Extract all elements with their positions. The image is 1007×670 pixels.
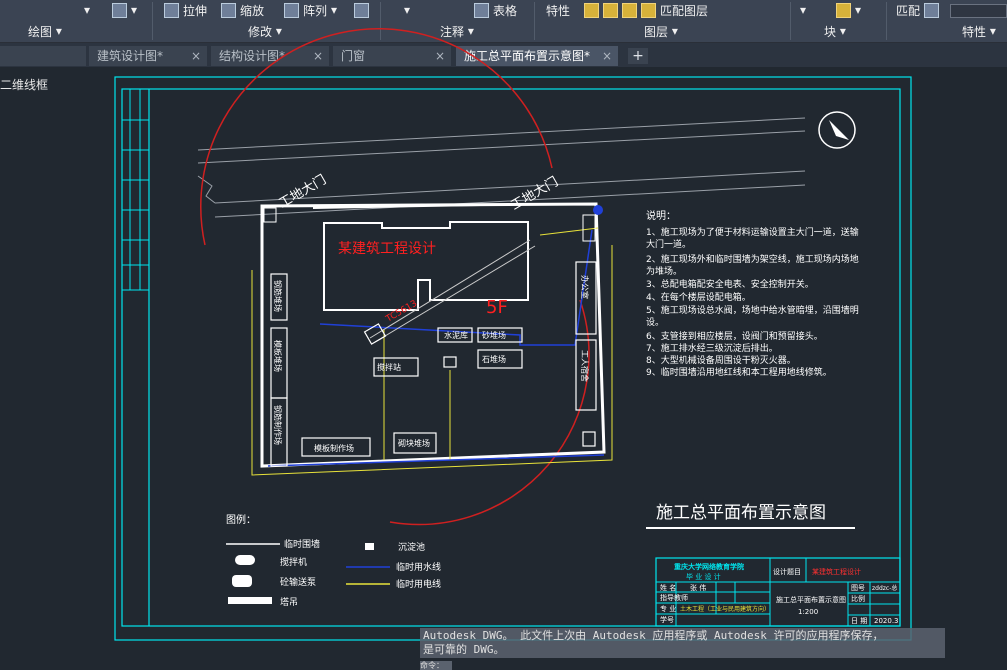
tb-date: 日 期 bbox=[851, 617, 867, 625]
tb-ratio: 比例 bbox=[851, 594, 865, 603]
tb-student-id: 学号 bbox=[660, 615, 674, 624]
brick-yard-label: 砌块堆场 bbox=[398, 438, 430, 448]
legend-mixer-symbol bbox=[235, 555, 255, 565]
tb-tutor: 指导教师 bbox=[660, 593, 688, 602]
drawing-title: 施工总平面布置示意图 bbox=[656, 503, 826, 523]
legend-tank: 沉淀池 bbox=[398, 541, 425, 553]
legend-title: 图例： bbox=[226, 513, 256, 526]
crane-label: TC5613 bbox=[384, 299, 419, 325]
tb-school: 重庆大学网络教育学院 bbox=[674, 562, 744, 571]
north-arrow bbox=[818, 111, 856, 149]
legend-pump: 砼输送泵 bbox=[280, 576, 316, 588]
crane-radius-arc bbox=[200, 28, 553, 246]
drawing-canvas[interactable]: 某建筑工程设计 5F TC5613 工地大门 工地大门 水泥库 砂堆场 石堆场 … bbox=[0, 0, 1007, 670]
svg-text:3、总配电箱配安全电表、安全控制开关。: 3、总配电箱配安全电表、安全控制开关。 bbox=[646, 278, 814, 290]
command-line-2: 是可靠的 DWG。 bbox=[423, 643, 505, 656]
legend-mixer: 搅拌机 bbox=[280, 556, 307, 568]
command-history: Autodesk DWG。 此文件上次由 Autodesk 应用程序或 Auto… bbox=[420, 628, 945, 658]
floors-label: 5F bbox=[486, 297, 508, 318]
rebar-workshop-label: 钢筋制作场 bbox=[273, 405, 283, 445]
tb-grad: 毕 业 设 计 bbox=[686, 572, 721, 581]
command-input[interactable]: 命令： bbox=[420, 661, 452, 670]
site-office-label: 办公室 bbox=[580, 275, 590, 299]
legend-pump-symbol bbox=[232, 575, 252, 587]
svg-text:9、临时围墙沿用地红线和本工程用地线修筑。: 9、临时围墙沿用地红线和本工程用地线修筑。 bbox=[646, 366, 832, 378]
tb-major: 专 业 bbox=[660, 604, 676, 613]
guard-post bbox=[263, 207, 277, 223]
svg-text:设。: 设。 bbox=[646, 317, 664, 328]
tb-drawing-name: 施工总平面布置示意图 bbox=[776, 595, 846, 604]
mixing-station-label: 搅拌站 bbox=[377, 362, 401, 372]
svg-text:6、支管接到相应楼层，设阀门和预留接头。: 6、支管接到相应楼层，设阀门和预留接头。 bbox=[646, 330, 823, 342]
sand-yard-label: 砂堆场 bbox=[482, 330, 506, 340]
formwork-yard-label: 模板堆场 bbox=[273, 340, 283, 372]
svg-text:2、施工现场外和临时围墙为架空线，施工现场内场地: 2、施工现场外和临时围墙为架空线，施工现场内场地 bbox=[646, 253, 859, 265]
legend-fence: 临时围墙 bbox=[284, 538, 320, 550]
svg-text:5、施工现场设总水阀，场地中给水管暗埋，沿围墙明: 5、施工现场设总水阀，场地中给水管暗埋，沿围墙明 bbox=[646, 304, 859, 316]
svg-text:7、施工排水经三级沉淀后排出。: 7、施工排水经三级沉淀后排出。 bbox=[646, 342, 778, 354]
tb-drawing-no: 图号 bbox=[851, 584, 865, 592]
rebar-yard-label: 钢筋堆场 bbox=[273, 280, 283, 312]
water-line bbox=[267, 454, 605, 467]
tb-scale: 1:200 bbox=[798, 608, 818, 616]
svg-text:1、施工现场为了便于材料运输设置主大门一道，送输: 1、施工现场为了便于材料运输设置主大门一道，送输 bbox=[646, 226, 859, 238]
workers-dorm-label: 工人宿舍 bbox=[580, 350, 590, 382]
notes-title: 说明： bbox=[646, 209, 676, 222]
mixer-machine bbox=[443, 356, 457, 368]
gate-right-label: 工地大门 bbox=[509, 174, 562, 213]
formwork-workshop-label: 模板制作场 bbox=[314, 443, 354, 453]
legend-crane-symbol bbox=[228, 597, 272, 604]
cement-store-label: 水泥库 bbox=[444, 330, 468, 340]
notes-list: 1、施工现场为了便于材料运输设置主大门一道，送输 大门一道。 2、施工现场外和临… bbox=[646, 226, 859, 378]
guard-post bbox=[582, 214, 596, 242]
power-line bbox=[251, 245, 613, 476]
legend-water: 临时用水线 bbox=[396, 561, 441, 573]
legend-power: 临时用电线 bbox=[396, 578, 441, 590]
building-label: 某建筑工程设计 bbox=[338, 241, 436, 257]
tb-design-topic: 设计题目 bbox=[773, 567, 801, 576]
legend-crane: 塔吊 bbox=[280, 596, 298, 608]
legend-tank-symbol bbox=[365, 543, 374, 550]
command-line-1: Autodesk DWG。 此文件上次由 Autodesk 应用程序或 Auto… bbox=[423, 629, 884, 642]
tb-major-val: 土木工程（工业与民用建筑方向） bbox=[680, 605, 770, 613]
binding-grid bbox=[122, 89, 149, 291]
tb-date-val: 2020.3 bbox=[874, 617, 899, 625]
tb-topic: 某建筑工程设计 bbox=[812, 567, 861, 576]
svg-text:4、在每个楼层设配电箱。: 4、在每个楼层设配电箱。 bbox=[646, 291, 751, 303]
sedimentation-tank bbox=[582, 431, 596, 447]
tb-name-val: 张 伟 bbox=[690, 583, 706, 592]
tb-drawing-no-val: zddzc-总 bbox=[872, 584, 897, 592]
svg-text:大门一道。: 大门一道。 bbox=[646, 238, 691, 250]
svg-text:8、大型机械设备周围设干粉灭火器。: 8、大型机械设备周围设干粉灭火器。 bbox=[646, 354, 796, 366]
stone-yard-label: 石堆场 bbox=[482, 354, 506, 364]
water-valve bbox=[593, 205, 603, 215]
svg-text:为堆场。: 为堆场。 bbox=[646, 265, 682, 277]
tb-name: 姓 名 bbox=[660, 583, 676, 592]
power-line-branch bbox=[539, 227, 599, 236]
